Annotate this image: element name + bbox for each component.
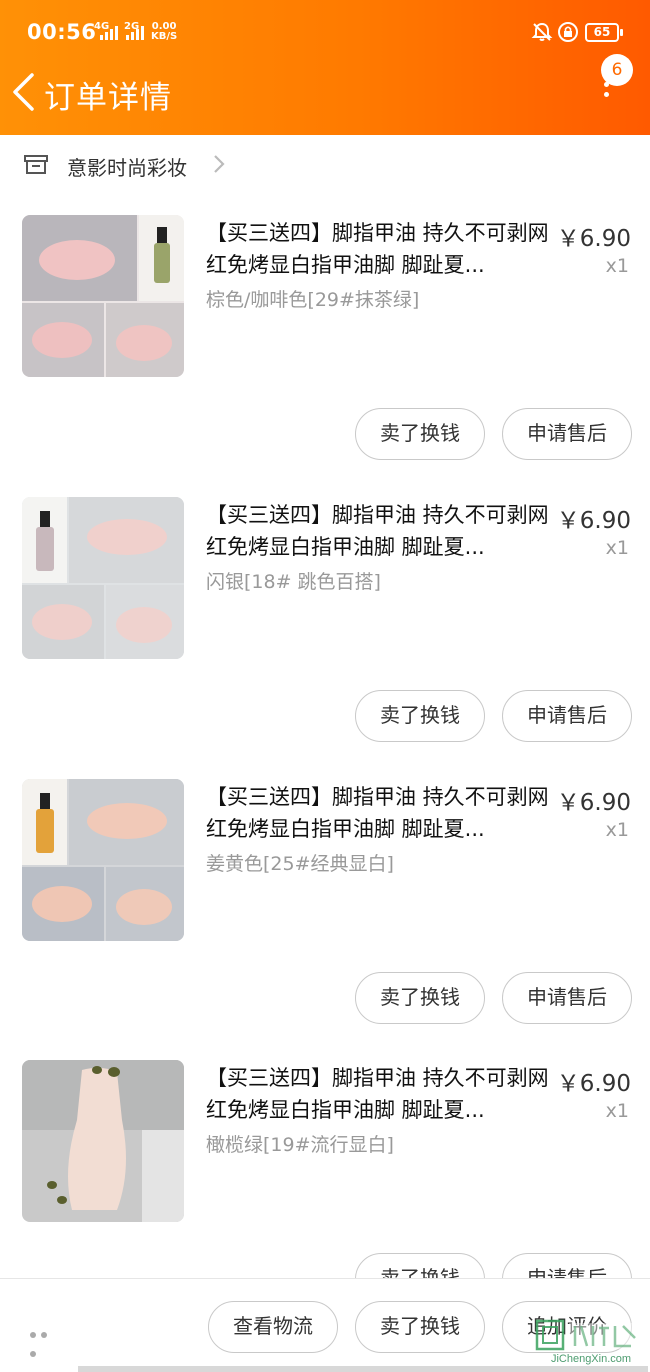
item-price: ￥6.90 [556, 790, 631, 816]
item-sku: 棕色/咖啡色[29#抹茶绿] [206, 289, 420, 311]
page-title: 订单详情 [44, 80, 172, 116]
order-item[interactable]: 【买三送四】脚指甲油 持久不可剥网红免烤显白指甲油脚 脚趾夏... ￥6.90 … [0, 215, 650, 497]
status-time: 00:56 [27, 20, 97, 44]
shop-row[interactable]: 意影时尚彩妆 [0, 135, 650, 195]
toenail-shape [57, 1196, 67, 1204]
sell-for-cash-button[interactable]: 卖了换钱 [355, 690, 485, 742]
item-price: ￥6.90 [556, 226, 631, 252]
speed-unit: KB/S [151, 31, 178, 42]
dot-icon [30, 1351, 36, 1357]
site-watermark: JiChengXin.com [535, 1318, 647, 1370]
order-item[interactable]: 【买三送四】脚指甲油 持久不可剥网红免烤显白指甲油脚 脚趾夏... ￥6.90 … [0, 779, 650, 1061]
lock-icon [558, 22, 578, 42]
product-image [22, 1060, 184, 1222]
item-quantity: x1 [605, 255, 629, 277]
more-actions-button[interactable] [30, 1323, 60, 1357]
product-image [22, 779, 184, 941]
dot-icon [603, 92, 609, 97]
item-price: ￥6.90 [556, 508, 631, 534]
bottle-shape [36, 809, 54, 853]
chevron-right-icon [214, 155, 225, 173]
after-sale-button[interactable]: 申请售后 [502, 408, 632, 460]
product-thumbnail[interactable] [22, 497, 184, 659]
app-header: 00:56 4G 2G 0.00 KB/S 65 订单详情 6 [0, 0, 650, 135]
item-sku: 橄榄绿[19#流行显白] [206, 1134, 394, 1156]
sell-for-cash-button[interactable]: 卖了换钱 [355, 408, 485, 460]
item-title[interactable]: 【买三送四】脚指甲油 持久不可剥网红免烤显白指甲油脚 脚趾夏... [206, 499, 551, 563]
sell-for-cash-button[interactable]: 卖了换钱 [355, 972, 485, 1024]
toenail-shape [108, 1067, 120, 1077]
battery-indicator: 65 [585, 23, 623, 42]
item-title[interactable]: 【买三送四】脚指甲油 持久不可剥网红免烤显白指甲油脚 脚趾夏... [206, 1062, 551, 1126]
item-title[interactable]: 【买三送四】脚指甲油 持久不可剥网红免烤显白指甲油脚 脚趾夏... [206, 217, 551, 281]
network-speed: 0.00 KB/S [151, 22, 177, 42]
mute-bell-icon [531, 22, 553, 41]
watermark-text: JiChengXin.com [550, 1353, 632, 1365]
product-thumbnail[interactable] [22, 779, 184, 941]
item-quantity: x1 [605, 819, 629, 841]
item-quantity: x1 [605, 537, 629, 559]
item-quantity: x1 [605, 1100, 629, 1122]
back-arrow-icon[interactable] [10, 72, 40, 112]
product-image [22, 215, 184, 377]
toenail-shape [47, 1181, 57, 1189]
status-bar: 00:56 4G 2G 0.00 KB/S 65 [0, 0, 650, 62]
sell-for-cash-button[interactable]: 卖了换钱 [355, 1301, 485, 1353]
toenail-shape [92, 1066, 102, 1074]
order-item[interactable]: 【买三送四】脚指甲油 持久不可剥网红免烤显白指甲油脚 脚趾夏... ￥6.90 … [0, 497, 650, 779]
dot-icon [41, 1332, 47, 1338]
item-sku: 闪银[18# 跳色百搭] [206, 571, 381, 593]
product-image [22, 497, 184, 659]
signal-icon [126, 26, 144, 40]
dot-icon [30, 1332, 36, 1338]
shop-name: 意影时尚彩妆 [67, 156, 187, 180]
after-sale-button[interactable]: 申请售后 [502, 972, 632, 1024]
signal-icon [100, 26, 118, 40]
more-menu-button[interactable] [596, 82, 616, 110]
item-title[interactable]: 【买三送四】脚指甲油 持久不可剥网红免烤显白指甲油脚 脚趾夏... [206, 781, 551, 845]
item-price: ￥6.90 [556, 1071, 631, 1097]
bottle-shape [154, 243, 170, 283]
bottle-shape [36, 527, 54, 571]
view-logistics-button[interactable]: 查看物流 [208, 1301, 338, 1353]
item-sku: 姜黄色[25#经典显白] [206, 853, 394, 875]
store-icon [24, 155, 48, 174]
watermark-logo [535, 1319, 641, 1351]
notification-badge[interactable]: 6 [601, 54, 633, 86]
product-thumbnail[interactable] [22, 215, 184, 377]
after-sale-button[interactable]: 申请售后 [502, 690, 632, 742]
product-thumbnail[interactable] [22, 1060, 184, 1222]
